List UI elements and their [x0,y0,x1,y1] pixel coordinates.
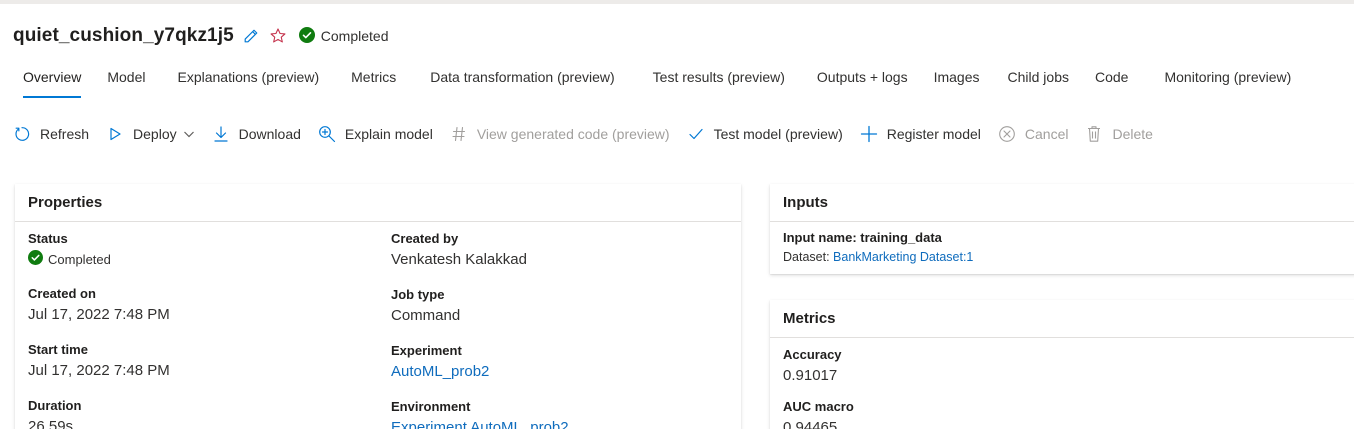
start-time-value: Jul 17, 2022 7:48 PM [28,362,170,379]
tab-model[interactable]: Model [91,66,155,98]
refresh-label: Refresh [40,126,90,142]
input-dataset: Dataset: BankMarketing Dataset:1 [783,250,973,264]
download-button[interactable]: Download [211,124,301,144]
properties-title: Properties [15,184,741,222]
dataset-prefix: Dataset: [783,250,834,264]
metric-value: 0.91017 [783,367,838,384]
metrics-card: Metrics Accuracy 0.91017 AUC macro 0.944… [770,300,1354,429]
metrics-title: Metrics [770,300,1354,338]
refresh-icon [12,124,32,144]
checkmark-icon [686,124,706,144]
job-title-row: quiet_cushion_y7qkz1j5 Completed [13,22,388,50]
cancel-button[interactable]: Cancel [997,124,1069,144]
environment-field: Environment Experiment AutoML_prob2 [391,398,569,429]
created-by-value: Venkatesh Kalakkad [391,251,527,268]
deploy-label: Deploy [133,126,177,142]
start-time-label: Start time [28,342,88,357]
experiment-field: Experiment AutoML_prob2 [391,342,489,383]
job-overview-page: quiet_cushion_y7qkz1j5 Completed Overvie… [0,4,1354,429]
trash-icon [1084,124,1104,144]
tab-data-transformation[interactable]: Data transformation (preview) [406,66,624,98]
job-status-badge: Completed [298,26,389,46]
properties-card: Properties Status Completed Created on J… [15,184,741,429]
environment-label: Environment [391,399,471,414]
duration-field: Duration 26.59s [28,397,81,429]
tab-child-jobs[interactable]: Child jobs [990,66,1079,98]
status-text: Completed [320,28,389,44]
status-value: Completed [28,250,111,268]
created-on-field: Created on Jul 17, 2022 7:48 PM [28,285,170,326]
created-by-field: Created by Venkatesh Kalakkad [391,230,527,271]
zoom-in-icon [317,124,337,144]
completed-check-icon [298,26,315,46]
job-type-value: Command [391,307,461,324]
status-value-text: Completed [48,251,111,267]
cancel-circle-icon [997,124,1017,144]
metric-label: AUC macro [783,399,854,414]
tab-monitoring[interactable]: Monitoring (preview) [1138,66,1301,98]
delete-button[interactable]: Delete [1084,124,1153,144]
register-model-label: Register model [886,126,981,142]
job-type-field: Job type Command [391,286,460,327]
view-generated-code-button[interactable]: View generated code (preview) [449,124,670,144]
inputs-title: Inputs [770,184,1354,222]
metric-value: 0.94465 [783,419,838,429]
metric-accuracy: Accuracy 0.91017 [783,346,842,387]
created-on-value: Jul 17, 2022 7:48 PM [28,306,170,323]
status-label: Status [28,231,68,246]
tab-images[interactable]: Images [918,66,990,98]
status-field: Status Completed [28,230,111,270]
tab-outputs-logs[interactable]: Outputs + logs [795,66,918,98]
view-generated-code-label: View generated code (preview) [476,126,670,142]
duration-label: Duration [28,398,82,413]
job-title: quiet_cushion_y7qkz1j5 [13,25,234,46]
completed-check-icon [28,250,43,268]
test-model-label: Test model (preview) [713,126,843,142]
play-icon [105,124,125,144]
tab-overview[interactable]: Overview [13,66,91,98]
edit-pencil-icon[interactable] [242,28,259,45]
explain-model-button[interactable]: Explain model [317,124,433,144]
chevron-down-icon [183,128,195,140]
favorite-star-icon[interactable] [269,27,287,45]
metric-label: Accuracy [783,347,842,362]
cancel-label: Cancel [1024,126,1069,142]
created-on-label: Created on [28,286,96,301]
explain-model-label: Explain model [344,126,433,142]
duration-value: 26.59s [28,418,74,429]
refresh-button[interactable]: Refresh [12,124,89,144]
command-toolbar: Refresh Deploy Download Explain model Vi… [12,119,1169,149]
start-time-field: Start time Jul 17, 2022 7:48 PM [28,341,170,382]
dataset-link[interactable]: BankMarketing Dataset:1 [833,250,973,264]
tab-test-results[interactable]: Test results (preview) [625,66,795,98]
input-name: Input name: training_data [783,230,942,245]
register-model-button[interactable]: Register model [859,124,981,144]
delete-label: Delete [1112,126,1153,142]
inputs-card: Inputs Input name: training_data Dataset… [770,184,1354,274]
download-label: Download [238,126,301,142]
environment-link[interactable]: Experiment AutoML_prob2 [391,417,569,429]
created-by-label: Created by [391,231,459,246]
metric-auc-macro: AUC macro 0.94465 [783,398,854,429]
tab-metrics[interactable]: Metrics [329,66,406,98]
download-icon [211,124,231,144]
experiment-label: Experiment [391,343,462,358]
deploy-button[interactable]: Deploy [105,124,195,144]
tab-bar: Overview Model Explanations (preview) Me… [13,66,1301,100]
experiment-link[interactable]: AutoML_prob2 [391,361,489,383]
test-model-button[interactable]: Test model (preview) [686,124,843,144]
hash-icon [449,124,469,144]
tab-explanations[interactable]: Explanations (preview) [156,66,330,98]
tab-code[interactable]: Code [1079,66,1138,98]
job-type-label: Job type [391,287,445,302]
add-icon [859,124,879,144]
